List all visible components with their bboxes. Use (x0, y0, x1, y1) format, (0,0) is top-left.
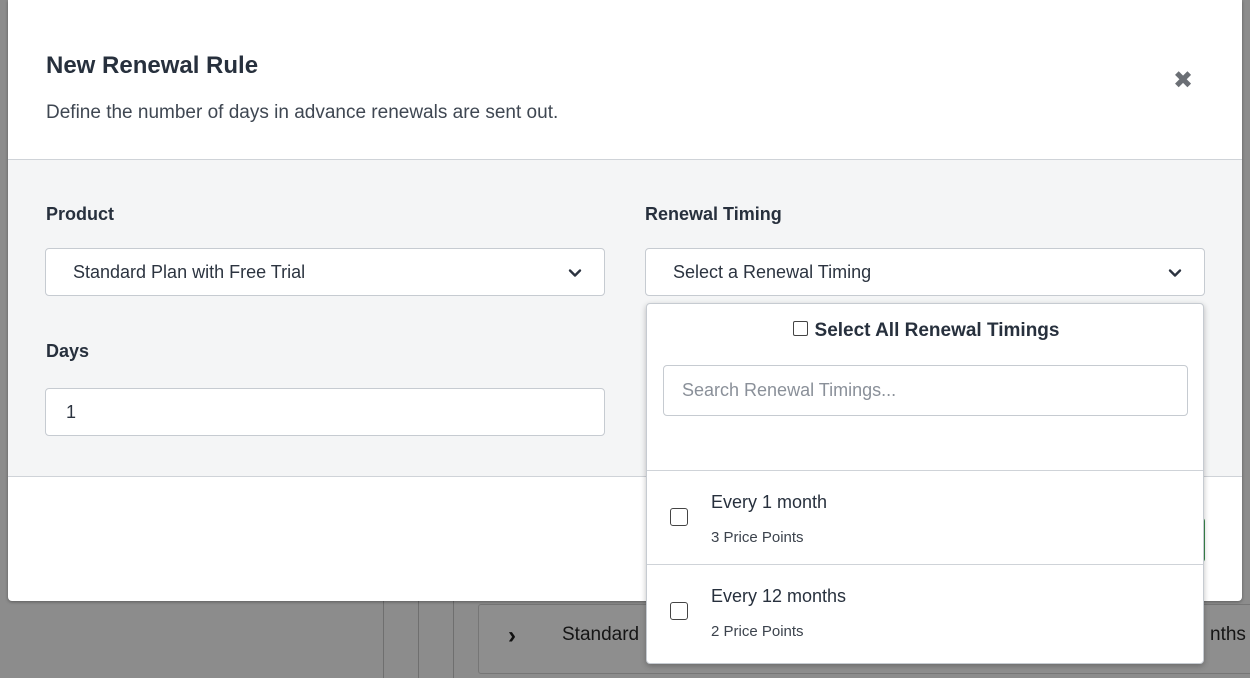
renewal-timing-label: Renewal Timing (645, 204, 782, 224)
modal-header: New Renewal Rule Define the number of da… (8, 0, 1242, 160)
close-icon[interactable]: ✖ (1170, 68, 1196, 94)
option-label: Every 1 month (711, 492, 828, 512)
option-every-12-months[interactable]: Every 12 months 2 Price Points (647, 565, 1203, 659)
background-divider (418, 600, 419, 678)
product-select-value: Standard Plan with Free Trial (73, 262, 306, 282)
modal-title: New Renewal Rule (46, 52, 259, 79)
option-every-1-month[interactable]: Every 1 month 3 Price Points (647, 471, 1203, 565)
option-label: Every 12 months (711, 586, 847, 606)
product-select[interactable]: Standard Plan with Free Trial (45, 248, 605, 296)
modal-subtitle: Define the number of days in advance ren… (46, 102, 559, 123)
select-all-renewal-timings[interactable]: Select All Renewal Timings (647, 320, 1205, 342)
option-checkbox[interactable] (670, 602, 688, 620)
search-renewal-timings-input[interactable] (663, 365, 1188, 416)
background-row-end: nths (1210, 624, 1246, 645)
days-label: Days (46, 341, 90, 361)
renewal-timing-select-value: Select a Renewal Timing (673, 262, 872, 282)
background-divider (383, 600, 384, 678)
select-all-label: Select All Renewal Timings (814, 320, 1060, 341)
product-label: Product (46, 204, 115, 224)
chevron-down-icon (1168, 269, 1182, 277)
background-divider (453, 600, 454, 678)
option-checkbox[interactable] (670, 508, 688, 526)
option-price-points: 3 Price Points (711, 529, 804, 546)
select-all-checkbox[interactable] (792, 321, 808, 337)
option-price-points: 2 Price Points (711, 623, 804, 640)
chevron-right-icon: › (508, 622, 516, 649)
renewal-timing-dropdown: Select All Renewal Timings Every 1 month… (646, 303, 1204, 664)
days-input[interactable] (45, 388, 605, 436)
background-row-name: Standard (562, 624, 640, 645)
renewal-timing-select[interactable]: Select a Renewal Timing (645, 248, 1205, 296)
chevron-down-icon (568, 269, 582, 277)
